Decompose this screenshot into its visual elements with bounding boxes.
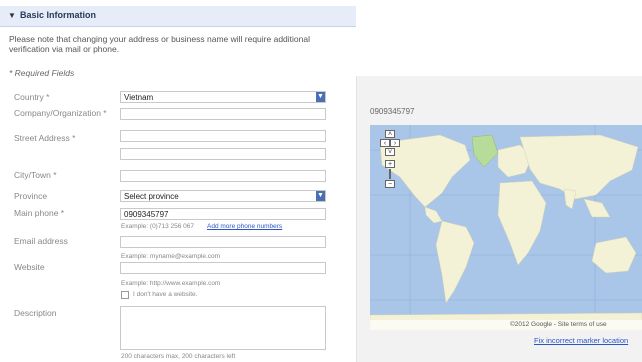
map-copyright[interactable]: ©2012 Google - Site terms of use <box>510 321 607 328</box>
required-fields-note: * Required Fields <box>9 68 75 78</box>
zoom-out-button[interactable]: − <box>385 180 395 188</box>
south-america-shape <box>435 220 475 304</box>
pan-down-button[interactable]: ˅ <box>385 148 395 156</box>
map-phone-display: 0909345797 <box>370 107 415 116</box>
africa-shape <box>497 180 547 266</box>
city-field[interactable] <box>120 170 326 182</box>
description-label: Description <box>14 308 57 318</box>
fix-marker-link[interactable]: Fix incorrect marker location <box>534 336 628 345</box>
website-hint: Example: http://www.example.com <box>121 280 221 287</box>
country-select-value: Vietnam <box>124 93 154 102</box>
website-field[interactable] <box>120 262 326 274</box>
province-select[interactable]: Select province ▼ <box>120 190 326 202</box>
city-label: City/Town * <box>14 170 57 180</box>
no-website-checkbox[interactable] <box>121 291 129 299</box>
collapse-triangle-icon[interactable]: ▼ <box>8 11 16 20</box>
email-hint: Example: myname@example.com <box>121 253 221 260</box>
province-select-value: Select province <box>124 192 179 201</box>
greenland-shape <box>471 134 499 168</box>
section-header-basic-information[interactable]: ▼ Basic Information <box>0 6 356 27</box>
email-field[interactable] <box>120 236 326 248</box>
dropdown-arrow-icon: ▼ <box>316 191 325 201</box>
street-address-field[interactable] <box>120 130 326 142</box>
pan-left-button[interactable]: ‹ <box>380 139 390 147</box>
section-title: Basic Information <box>20 10 97 20</box>
zoom-slider-track[interactable] <box>389 169 391 179</box>
no-website-label: I don't have a website. <box>133 291 198 298</box>
website-label: Website <box>14 262 45 272</box>
street-address-line2-field[interactable] <box>120 148 326 160</box>
country-select[interactable]: Vietnam ▼ <box>120 91 326 103</box>
email-label: Email address <box>14 236 68 246</box>
asia-shape <box>519 134 639 200</box>
southeast-asia-shape <box>583 198 611 218</box>
add-phone-link[interactable]: Add more phone numbers <box>207 223 282 230</box>
main-phone-hint: Example: (0)713 256 067 <box>121 223 194 230</box>
company-label: Company/Organization * <box>14 108 107 118</box>
main-phone-field[interactable]: 0909345797 <box>120 208 326 220</box>
province-label: Province <box>14 191 48 201</box>
world-map[interactable]: ˄ ‹ › ˅ + − <box>370 125 642 330</box>
world-map-graphic <box>370 125 642 330</box>
pan-up-button[interactable]: ˄ <box>385 130 395 138</box>
india-shape <box>563 188 577 210</box>
verification-note: Please note that changing your address o… <box>9 34 310 54</box>
central-america-shape <box>424 206 443 224</box>
zoom-in-button[interactable]: + <box>385 160 395 168</box>
country-label: Country * <box>14 92 50 102</box>
company-field[interactable] <box>120 108 326 120</box>
pan-right-button[interactable]: › <box>390 139 400 147</box>
description-textarea[interactable] <box>120 306 326 350</box>
australia-shape <box>591 236 637 274</box>
description-hint: 200 characters max, 200 characters left <box>121 353 236 360</box>
dropdown-arrow-icon: ▼ <box>316 92 325 102</box>
main-phone-label: Main phone * <box>14 208 65 218</box>
street-label: Street Address * <box>14 133 76 143</box>
